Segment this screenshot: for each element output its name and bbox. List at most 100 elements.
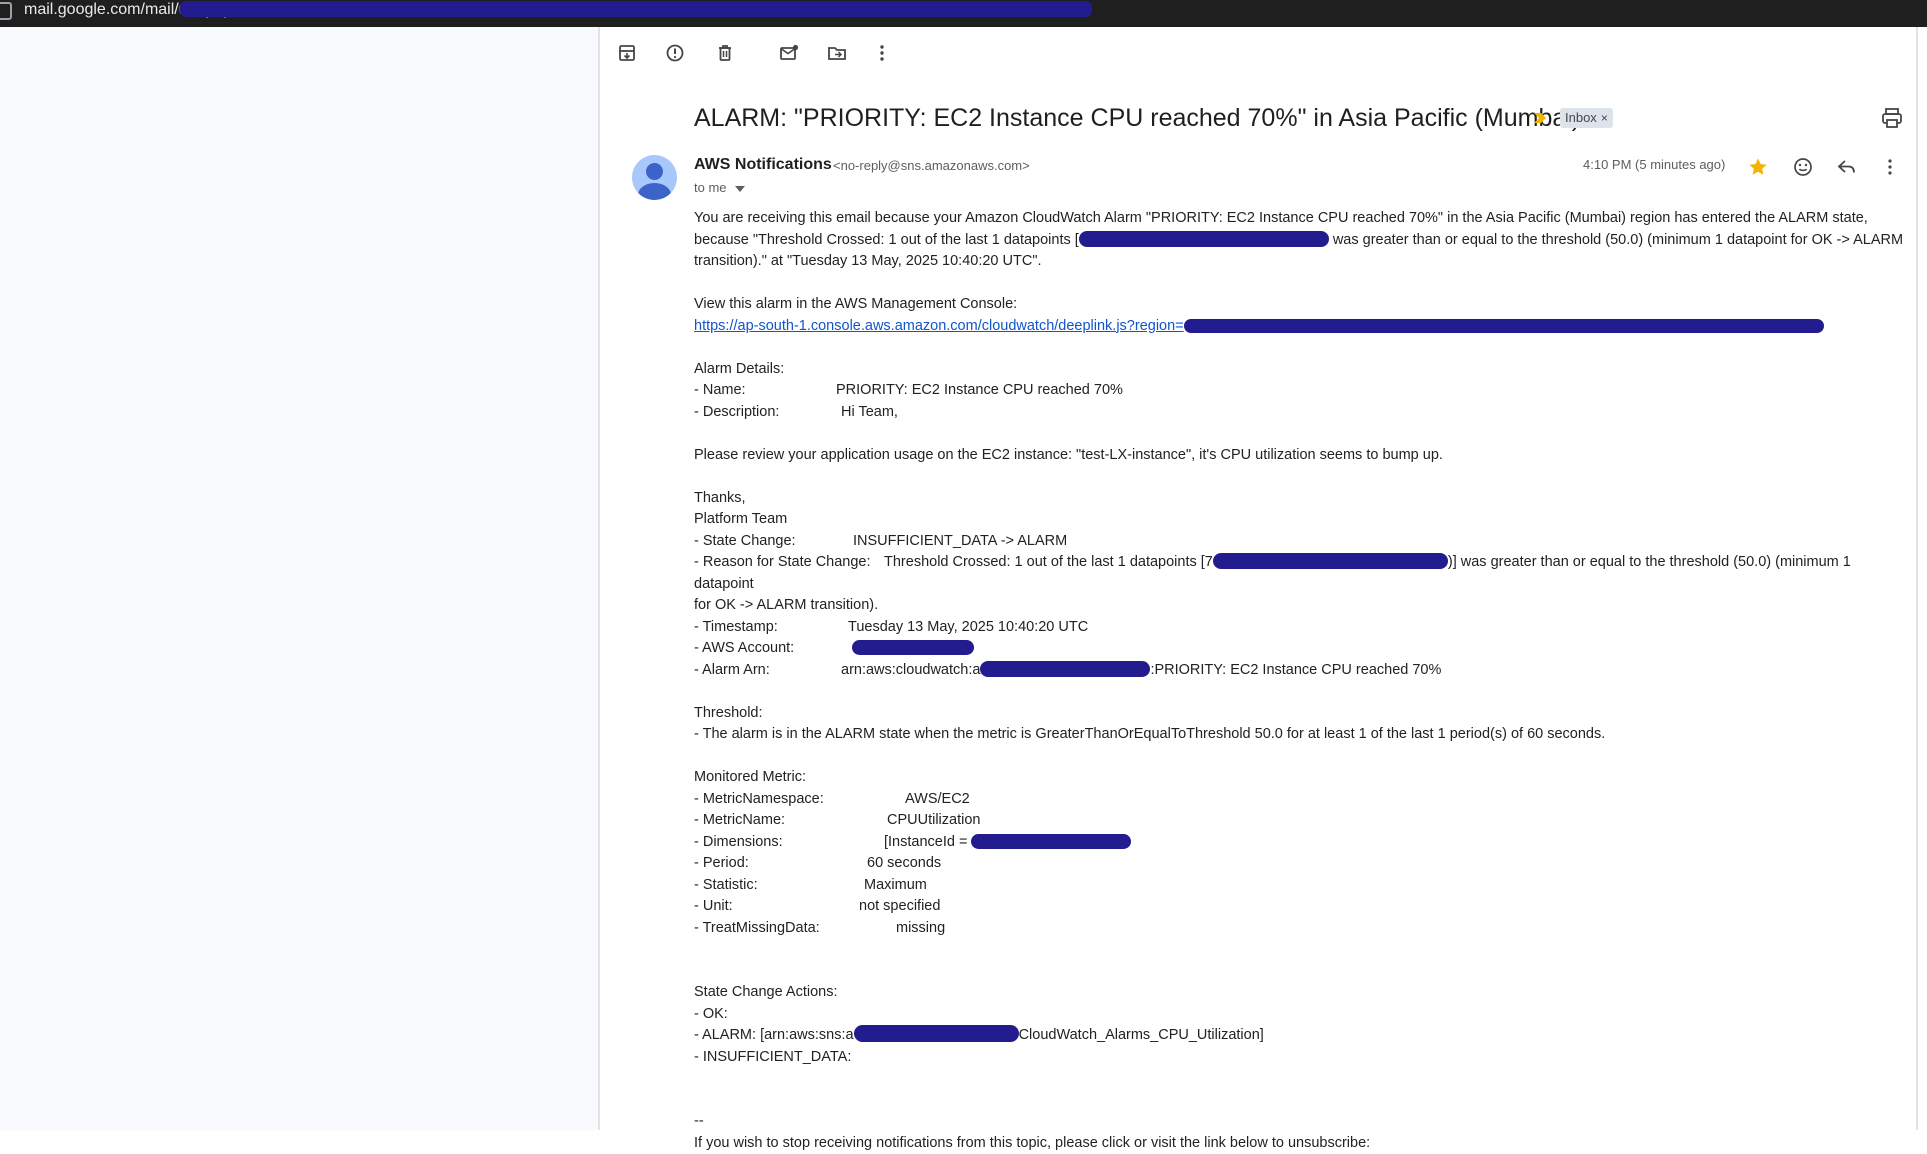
body-line: for OK -> ALARM transition). (694, 595, 1904, 617)
field-label: - MetricNamespace: (694, 789, 905, 811)
mark-unread-button[interactable] (774, 38, 804, 68)
field-value: Hi Team, (841, 404, 898, 420)
recipients-toggle[interactable]: to me (694, 180, 745, 195)
body-line: transition)." at "Tuesday 13 May, 2025 1… (694, 251, 1904, 273)
body-line: - Timestamp:Tuesday 13 May, 2025 10:40:2… (694, 617, 1904, 639)
redaction-mark (971, 834, 1131, 849)
body-line: Alarm Details: (694, 359, 1904, 381)
body-line: - MetricNamespace:AWS/EC2 (694, 789, 1904, 811)
body-line: - Unit:not specified (694, 896, 1904, 918)
body-line: - Statistic:Maximum (694, 875, 1904, 897)
add-reaction-button[interactable] (1791, 155, 1815, 179)
field-label: - TreatMissingData: (694, 918, 896, 940)
field-value: Threshold Crossed: 1 out of the last 1 d… (884, 554, 1213, 570)
print-icon[interactable] (1880, 106, 1904, 130)
field-label: - Statistic: (694, 875, 864, 897)
field-label: - MetricName: (694, 810, 887, 832)
field-value: CPUUtilization (887, 812, 980, 828)
body-line: - MetricName:CPUUtilization (694, 810, 1904, 832)
pane-divider (598, 27, 600, 1130)
more-vert-icon (872, 43, 892, 63)
report-spam-button[interactable] (660, 38, 690, 68)
body-line: Threshold: (694, 703, 1904, 725)
email-body: You are receiving this email because you… (694, 208, 1904, 1154)
important-marker-icon[interactable] (1533, 111, 1547, 125)
body-line: - Alarm Arn:arn:aws:cloudwatch:a :PRIORIT… (694, 660, 1904, 682)
body-line: Platform Team (694, 509, 1904, 531)
to-text: to me (694, 180, 727, 195)
reply-button[interactable] (1835, 155, 1859, 179)
body-line: Please review your application usage on … (694, 445, 1904, 467)
body-line: You are receiving this email because you… (694, 208, 1904, 230)
field-label: - Alarm Arn: (694, 660, 841, 682)
body-line: - TreatMissingData:missing (694, 918, 1904, 940)
emoji-icon (1793, 157, 1813, 177)
redaction-mark (1184, 319, 1824, 333)
body-line: - OK: (694, 1004, 1904, 1026)
redaction-mark (180, 1, 1092, 17)
field-value: 60 seconds (867, 855, 941, 871)
body-line: Monitored Metric: (694, 767, 1904, 789)
email-timestamp: 4:10 PM (5 minutes ago) (1583, 157, 1725, 172)
chevron-down-icon (735, 186, 745, 192)
field-label: - Reason for State Change: (694, 552, 884, 574)
field-label: - Period: (694, 853, 867, 875)
body-line: - ALARM: [arn:aws:sns:a CloudWatch_Alarms… (694, 1025, 1904, 1047)
field-value: INSUFFICIENT_DATA -> ALARM (853, 533, 1067, 549)
field-value: PRIORITY: EC2 Instance CPU reached 70% (836, 382, 1123, 398)
field-value: Tuesday 13 May, 2025 10:40:20 UTC (848, 619, 1088, 635)
archive-button[interactable] (612, 38, 642, 68)
body-line: - The alarm is in the ALARM state when t… (694, 724, 1904, 746)
inbox-label-chip[interactable]: Inbox× (1560, 108, 1613, 128)
body-text: because "Threshold Crossed: 1 out of the… (694, 232, 1079, 248)
redaction-mark (980, 661, 1150, 677)
field-label: - AWS Account: (694, 638, 852, 660)
field-value: :PRIORITY: EC2 Instance CPU reached 70% (1150, 662, 1441, 678)
body-line: -- (694, 1111, 1904, 1133)
star-button[interactable] (1746, 155, 1770, 179)
browser-url-bar[interactable]: mail.google.com/mail/u/0/popout?ver=... (0, 0, 1927, 27)
reply-icon (1837, 157, 1857, 177)
body-line: View this alarm in the AWS Management Co… (694, 294, 1904, 316)
body-line: - Reason for State Change:Threshold Cros… (694, 552, 1904, 595)
body-text: was greater than or equal to the thresho… (1329, 232, 1903, 248)
redaction-mark (1213, 553, 1448, 569)
left-pane (0, 27, 598, 1130)
avatar-head (646, 163, 663, 180)
body-line: because "Threshold Crossed: 1 out of the… (694, 230, 1904, 252)
body-line: - INSUFFICIENT_DATA: (694, 1047, 1904, 1069)
field-label: - ALARM: [arn:aws:sns:a (694, 1027, 854, 1043)
field-value: arn:aws:cloudwatch:a (841, 662, 980, 678)
remove-label-icon[interactable]: × (1601, 111, 1608, 125)
more-options-button[interactable] (867, 38, 897, 68)
delete-icon (715, 43, 735, 63)
report-spam-icon (665, 43, 685, 63)
more-vert-icon (1880, 157, 1900, 177)
avatar[interactable] (632, 155, 677, 200)
field-label: - State Change: (694, 531, 853, 553)
field-value: AWS/EC2 (905, 791, 970, 807)
right-edge (1916, 27, 1918, 1130)
sender-email: <no-reply@sns.amazonaws.com> (833, 158, 1030, 173)
move-to-icon (827, 43, 847, 63)
body-line: - State Change:INSUFFICIENT_DATA -> ALAR… (694, 531, 1904, 553)
move-to-button[interactable] (822, 38, 852, 68)
body-line: Thanks, (694, 488, 1904, 510)
site-settings-icon[interactable] (0, 2, 12, 20)
console-link[interactable]: https://ap-south-1.console.aws.amazon.co… (694, 318, 1184, 334)
message-more-button[interactable] (1878, 155, 1902, 179)
field-value: [InstanceId = (884, 834, 967, 850)
field-value: CloudWatch_Alarms_CPU_Utilization] (1019, 1027, 1264, 1043)
delete-button[interactable] (710, 38, 740, 68)
redaction-mark (852, 640, 974, 655)
field-label: - Unit: (694, 896, 859, 918)
archive-icon (617, 43, 637, 63)
mark-unread-icon (779, 43, 799, 63)
body-line: If you wish to stop receiving notificati… (694, 1133, 1904, 1154)
field-value: Maximum (864, 877, 927, 893)
body-line: State Change Actions: (694, 982, 1904, 1004)
sender-name[interactable]: AWS Notifications (694, 156, 832, 174)
field-label: - Dimensions: (694, 832, 884, 854)
field-label: - Timestamp: (694, 617, 848, 639)
star-icon (1748, 157, 1768, 177)
